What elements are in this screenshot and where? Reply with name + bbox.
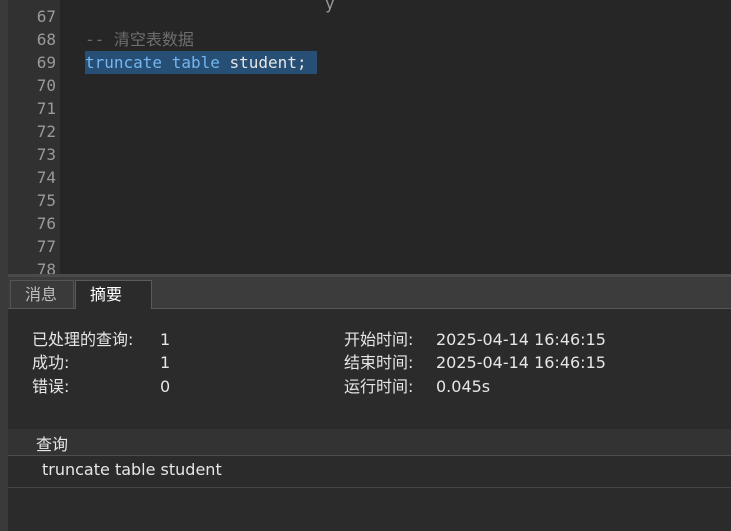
table-row[interactable]: truncate table student [8, 456, 731, 488]
line-number: 75 [36, 191, 56, 210]
end-time-label: 结束时间: [344, 353, 414, 372]
sql-identifier: student; [229, 53, 307, 72]
processed-value: 1 [160, 330, 171, 349]
line-number: 71 [36, 99, 56, 118]
line-number: 72 [36, 122, 56, 141]
end-time-value: 2025-04-14 16:46:15 [436, 353, 606, 372]
start-time-label: 开始时间: [344, 330, 414, 349]
success-value: 1 [160, 353, 171, 372]
line-number: 73 [36, 145, 56, 164]
selected-sql-line[interactable]: truncate table student; [85, 51, 317, 74]
window-frame [0, 0, 8, 531]
sql-editor[interactable]: 67 68 69 70 71 72 73 74 75 76 77 78 y --… [8, 0, 731, 274]
query-column-header[interactable]: 查询 [8, 429, 731, 456]
success-label: 成功: [32, 353, 70, 372]
line-number: 78 [36, 260, 56, 274]
line-number: 68 [36, 30, 56, 49]
run-time-label: 运行时间: [344, 377, 414, 396]
start-time-value: 2025-04-14 16:46:15 [436, 330, 606, 349]
result-tabs: 消息 摘要 [8, 277, 731, 309]
sql-comment-line[interactable]: -- 清空表数据 [85, 28, 194, 51]
line-number: 70 [36, 76, 56, 95]
query-header-label: 查询 [36, 435, 69, 454]
sql-keyword: truncate [85, 53, 163, 72]
processed-label: 已处理的查询: [32, 330, 134, 349]
summary-pane: 已处理的查询: 1 成功: 1 错误: 0 开始时间: 2025-04-14 1… [8, 309, 731, 429]
line-number: 67 [36, 7, 56, 26]
line-number: 77 [36, 237, 56, 256]
query-text: truncate table student [42, 460, 222, 479]
error-label: 错误: [32, 377, 70, 396]
line-number: 69 [36, 53, 56, 72]
tab-summary[interactable]: 摘要 [75, 280, 152, 309]
navicat-query-window: 67 68 69 70 71 72 73 74 75 76 77 78 y --… [0, 0, 731, 531]
tab-messages[interactable]: 消息 [10, 280, 74, 308]
line-number: 76 [36, 214, 56, 233]
code-text-partial: y [325, 0, 335, 13]
line-number-gutter: 67 68 69 70 71 72 73 74 75 76 77 78 [8, 0, 60, 274]
line-number: 74 [36, 168, 56, 187]
run-time-value: 0.045s [436, 377, 491, 396]
error-value: 0 [160, 377, 171, 396]
query-list-empty-area [8, 488, 731, 531]
sql-keyword: table [171, 53, 220, 72]
